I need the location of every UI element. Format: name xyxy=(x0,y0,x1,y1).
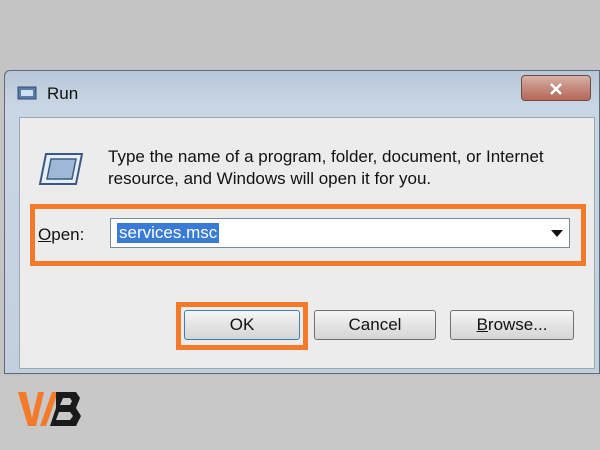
browse-mnemonic: B xyxy=(476,315,488,334)
run-icon xyxy=(38,153,84,185)
browse-button[interactable]: Browse... xyxy=(450,310,574,340)
cancel-button-label: Cancel xyxy=(348,315,402,334)
dialog-description: Type the name of a program, folder, docu… xyxy=(108,147,544,188)
window-title: Run xyxy=(47,84,79,103)
wb-logo xyxy=(18,392,81,426)
ok-button-label: OK xyxy=(229,315,255,334)
close-button[interactable] xyxy=(521,75,591,101)
chevron-down-icon[interactable] xyxy=(551,230,563,237)
dialog-body: Type the name of a program, folder, docu… xyxy=(19,117,595,369)
run-dialog-window: Run Type the name of a program, folder, … xyxy=(4,70,600,374)
open-combobox[interactable]: services.msc xyxy=(110,218,570,248)
open-label-mnemonic: O xyxy=(38,225,52,244)
run-app-icon xyxy=(17,86,37,100)
open-label: Open: xyxy=(38,225,84,245)
ok-button[interactable]: OK xyxy=(184,310,300,340)
close-icon xyxy=(550,83,562,95)
background-strip xyxy=(0,376,600,450)
cancel-button[interactable]: Cancel xyxy=(314,310,436,340)
open-label-text: pen: xyxy=(51,225,85,244)
browse-button-label: rowse... xyxy=(487,315,548,334)
open-input-value[interactable]: services.msc xyxy=(117,223,220,243)
